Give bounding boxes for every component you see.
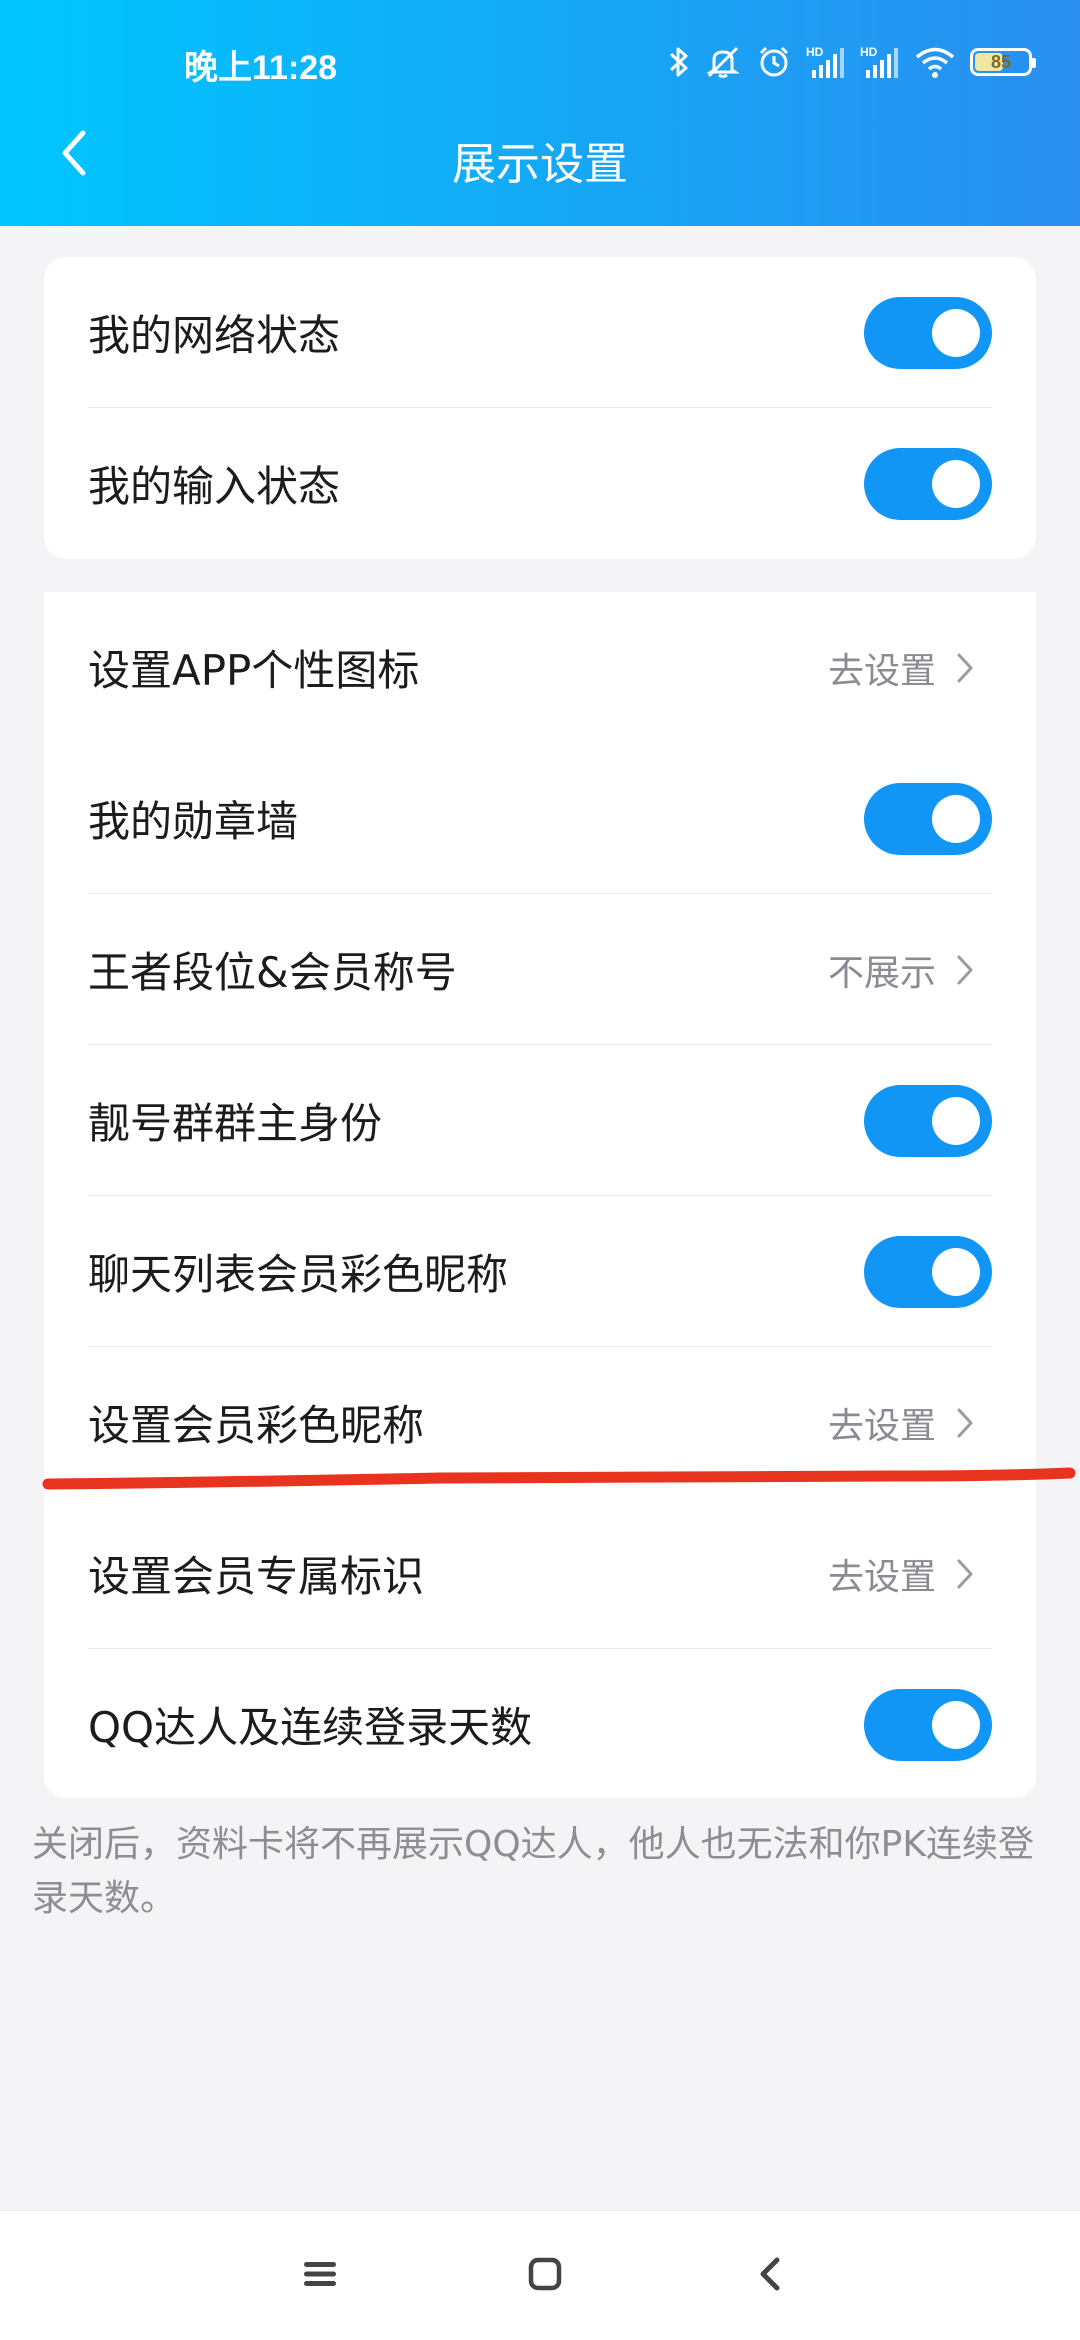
setting-label: 我的勋章墙 (88, 797, 299, 846)
status-time: 晚上11:28 (184, 49, 338, 87)
toggle-knob (932, 794, 980, 843)
header-bar: 晚上11:28 HD HD 85 展示设置 (0, 0, 1080, 226)
toggle-knob (932, 1700, 980, 1749)
medal-wall-toggle[interactable] (864, 782, 992, 855)
setting-label: 王者段位&会员称号 (88, 948, 457, 997)
setting-row-group-owner: 靓号群群主身份 (44, 1045, 1036, 1196)
toggle-knob (932, 1247, 980, 1296)
toggle-knob (932, 1096, 980, 1145)
menu-icon (303, 2259, 337, 2293)
hd-signal-icon: HD (806, 44, 846, 80)
alarm-icon (756, 44, 792, 80)
setting-row-qq-master: QQ达人及连续登录天数 (44, 1649, 1036, 1800)
home-button[interactable] (515, 2246, 575, 2306)
setting-row-network-status: 我的网络状态 (44, 257, 1036, 408)
svg-text:HD: HD (806, 45, 824, 59)
setting-label: 我的网络状态 (88, 311, 341, 360)
color-nickname-list-toggle[interactable] (864, 1235, 992, 1308)
status-settings-card: 我的网络状态 我的输入状态 (44, 257, 1036, 559)
setting-label: 聊天列表会员彩色昵称 (88, 1250, 509, 1299)
group-owner-toggle[interactable] (864, 1084, 992, 1157)
back-icon (758, 2256, 782, 2296)
mute-icon (704, 44, 742, 80)
setting-row-input-status: 我的输入状态 (44, 408, 1036, 559)
setting-label: 设置会员彩色昵称 (88, 1401, 425, 1450)
setting-value: 不展示 (827, 952, 936, 994)
setting-label: 靓号群群主身份 (88, 1099, 383, 1148)
chevron-right-icon (950, 1554, 980, 1594)
setting-label: 设置APP个性图标 (88, 646, 420, 695)
setting-value: 去设置 (827, 650, 936, 692)
battery-icon: 85 (970, 48, 1036, 76)
battery-level: 85 (990, 51, 1012, 72)
member-settings-card: 我的勋章墙 王者段位&会员称号 不展示 靓号群群主身份 聊天列表会员彩色昵称 设… (44, 743, 1036, 1798)
chevron-right-icon (950, 648, 980, 688)
qq-master-toggle[interactable] (864, 1688, 992, 1761)
setting-row-vip-badge[interactable]: 设置会员专属标识 去设置 (44, 1498, 1036, 1649)
menu-button[interactable] (290, 2246, 350, 2306)
toggle-knob (932, 459, 980, 508)
bluetooth-icon (668, 44, 690, 80)
nav-back-button[interactable] (740, 2246, 800, 2306)
chevron-right-icon (950, 950, 980, 990)
setting-label: 我的输入状态 (88, 462, 341, 511)
red-annotation-underline (42, 1467, 1076, 1490)
network-status-toggle[interactable] (864, 296, 992, 369)
hd-signal-icon: HD (860, 44, 900, 80)
wifi-icon (914, 44, 956, 80)
setting-value: 去设置 (827, 1556, 936, 1598)
status-icons: HD HD 85 (668, 38, 1036, 86)
page-title: 展示设置 (452, 139, 628, 190)
app-icon-card: 设置APP个性图标 去设置 (44, 592, 1036, 743)
setting-row-rank-title[interactable]: 王者段位&会员称号 不展示 (44, 894, 1036, 1045)
setting-row-app-icon[interactable]: 设置APP个性图标 去设置 (44, 592, 1036, 743)
setting-row-medal-wall: 我的勋章墙 (44, 743, 1036, 894)
system-nav-bar (0, 2210, 1080, 2340)
chevron-right-icon (950, 1403, 980, 1443)
toggle-knob (932, 308, 980, 357)
footer-note: 关闭后，资料卡将不再展示QQ达人，他人也无法和你PK连续登录天数。 (32, 1824, 1034, 1919)
home-icon (528, 2257, 562, 2295)
setting-row-color-nickname-list: 聊天列表会员彩色昵称 (44, 1196, 1036, 1347)
input-status-toggle[interactable] (864, 447, 992, 520)
svg-text:HD: HD (860, 45, 878, 59)
setting-label: 设置会员专属标识 (88, 1552, 425, 1601)
setting-value: 去设置 (827, 1405, 936, 1447)
setting-label: QQ达人及连续登录天数 (88, 1703, 533, 1752)
